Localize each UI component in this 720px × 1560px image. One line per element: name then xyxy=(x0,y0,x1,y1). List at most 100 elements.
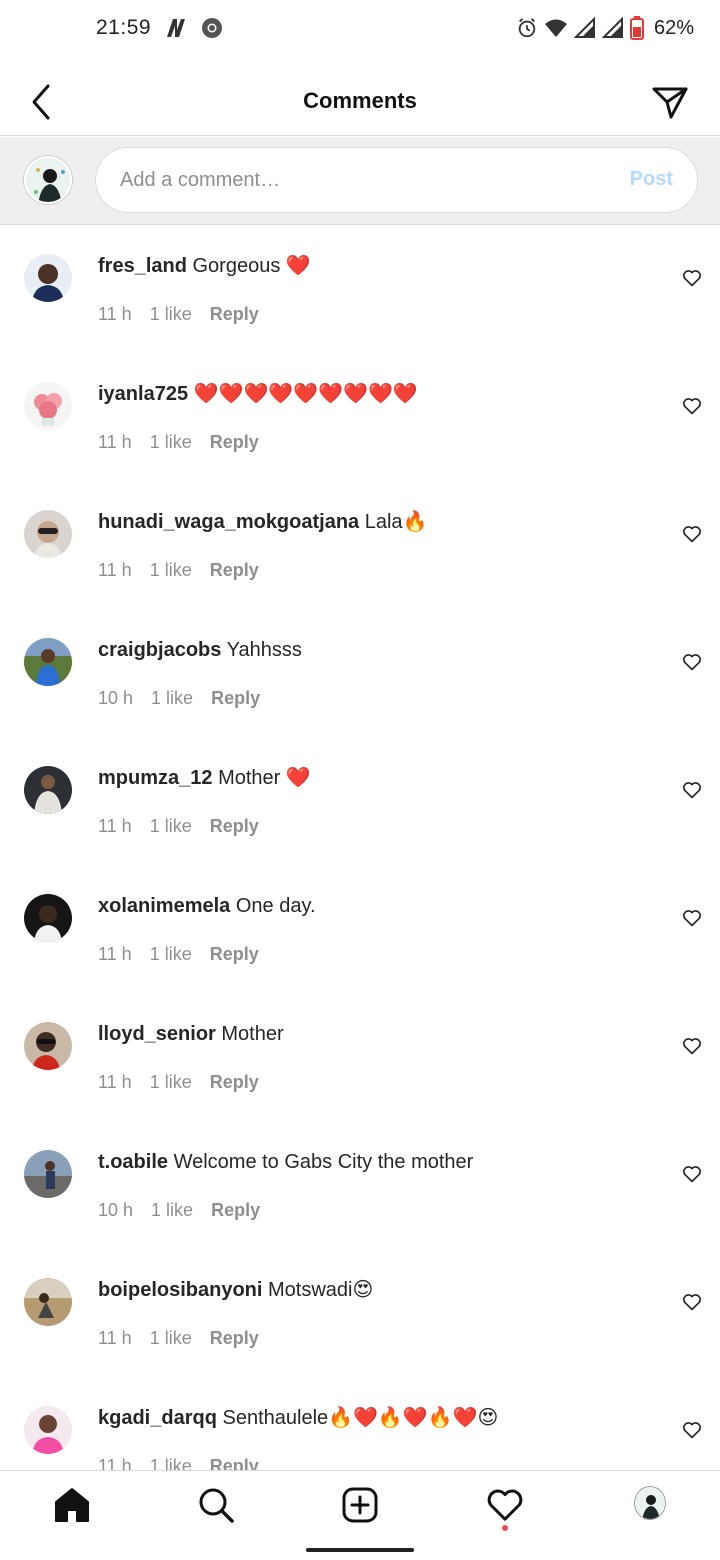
status-right-icons: 62% xyxy=(516,16,694,40)
comment-likes[interactable]: 1 like xyxy=(150,816,192,837)
comment-username[interactable]: xolanimemela xyxy=(98,895,230,917)
comments-header: Comments xyxy=(0,68,720,136)
post-button[interactable]: Post xyxy=(630,168,673,191)
reply-button[interactable]: Reply xyxy=(210,816,259,837)
send-direct-icon xyxy=(652,87,688,119)
reply-button[interactable]: Reply xyxy=(210,560,259,581)
like-heart-icon[interactable] xyxy=(682,1292,702,1312)
comment-meta: 11 h 1 like Reply xyxy=(98,1456,259,1470)
comment-likes[interactable]: 1 like xyxy=(150,432,192,453)
like-heart-icon[interactable] xyxy=(682,908,702,928)
comment-time: 11 h xyxy=(98,816,132,836)
comment-likes[interactable]: 1 like xyxy=(150,1456,192,1470)
comment-likes[interactable]: 1 like xyxy=(150,304,192,325)
reply-button[interactable]: Reply xyxy=(210,944,259,965)
comment-likes[interactable]: 1 like xyxy=(151,1200,193,1221)
like-heart-icon[interactable] xyxy=(682,396,702,416)
comment-item: mpumza_12 Mother ❤️ 11 h 1 like Reply xyxy=(0,738,720,866)
comment-text: Motswadi😍 xyxy=(268,1279,374,1301)
comment-time: 11 h xyxy=(98,560,132,580)
reply-button[interactable]: Reply xyxy=(211,688,260,709)
reply-button[interactable]: Reply xyxy=(210,1456,259,1470)
comment-meta: 11 h 1 like Reply xyxy=(98,816,259,837)
comment-text: Gorgeous ❤️ xyxy=(192,255,311,277)
home-icon xyxy=(55,1488,89,1522)
comment-text: One day. xyxy=(235,895,316,917)
commenter-avatar[interactable] xyxy=(24,510,72,558)
reply-button[interactable]: Reply xyxy=(210,1072,259,1093)
comment-username[interactable]: boipelosibanyoni xyxy=(98,1279,262,1301)
comment-meta: 11 h 1 like Reply xyxy=(98,944,259,965)
commenter-avatar[interactable] xyxy=(24,1150,72,1198)
commenter-avatar[interactable] xyxy=(24,254,72,302)
comment-likes[interactable]: 1 like xyxy=(151,688,193,709)
commenter-avatar[interactable] xyxy=(24,1278,72,1326)
comment-username[interactable]: lloyd_senior xyxy=(98,1023,216,1045)
comment-time: 11 h xyxy=(98,1328,132,1348)
reply-button[interactable]: Reply xyxy=(210,432,259,453)
battery-icon xyxy=(629,16,644,40)
comment-item: fres_land Gorgeous ❤️ 11 h 1 like Reply xyxy=(0,226,720,354)
like-heart-icon[interactable] xyxy=(682,780,702,800)
comment-likes[interactable]: 1 like xyxy=(150,1072,192,1093)
comment-meta: 10 h 1 like Reply xyxy=(98,1200,260,1221)
commenter-avatar[interactable] xyxy=(24,1022,72,1070)
like-heart-icon[interactable] xyxy=(682,1420,702,1440)
status-bar: 21:59 62% xyxy=(0,0,720,60)
reply-button[interactable]: Reply xyxy=(211,1200,260,1221)
comment-text: Yahhsss xyxy=(226,639,302,661)
comment-text: Mother xyxy=(221,1023,284,1045)
commenter-avatar[interactable] xyxy=(24,638,72,686)
nav-search[interactable] xyxy=(196,1485,236,1525)
comment-time: 11 h xyxy=(98,1072,132,1092)
nav-profile-avatar[interactable] xyxy=(634,1486,666,1520)
comment-meta: 11 h 1 like Reply xyxy=(98,560,259,581)
wifi-icon xyxy=(544,19,567,37)
comment-text: Welcome to Gabs City the mother xyxy=(173,1151,474,1173)
comment-line: fres_land Gorgeous ❤️ xyxy=(98,253,658,279)
alarm-icon xyxy=(518,18,536,38)
comment-username[interactable]: hunadi_waga_mokgoatjana xyxy=(98,511,359,533)
comment-time: 10 h xyxy=(98,1200,134,1220)
comment-composer: Post xyxy=(0,137,720,225)
reply-button[interactable]: Reply xyxy=(210,304,259,325)
comment-likes[interactable]: 1 like xyxy=(150,944,192,965)
commenter-avatar[interactable] xyxy=(24,1406,72,1454)
comment-username[interactable]: iyanla725 xyxy=(98,383,188,405)
comment-text: Mother ❤️ xyxy=(218,767,311,789)
like-heart-icon[interactable] xyxy=(682,268,702,288)
send-button[interactable] xyxy=(650,82,690,122)
comment-username[interactable]: mpumza_12 xyxy=(98,767,213,789)
comment-username[interactable]: t.oabile xyxy=(98,1151,168,1173)
netflix-n-icon xyxy=(167,19,185,37)
gesture-bar xyxy=(306,1548,414,1552)
comment-item: kgadi_darqq Senthaulele🔥❤️🔥❤️🔥❤️😍 11 h 1 … xyxy=(0,1378,720,1470)
comment-likes[interactable]: 1 like xyxy=(150,1328,192,1349)
comment-time: 11 h xyxy=(98,432,132,452)
commenter-avatar[interactable] xyxy=(24,766,72,814)
comment-time: 10 h xyxy=(98,688,134,708)
like-heart-icon[interactable] xyxy=(682,1036,702,1056)
reply-button[interactable]: Reply xyxy=(210,1328,259,1349)
commenter-avatar[interactable] xyxy=(24,382,72,430)
comment-input-box: Post xyxy=(95,147,698,213)
comment-input[interactable] xyxy=(120,148,600,212)
nav-new-post[interactable] xyxy=(340,1485,380,1525)
new-post-icon xyxy=(342,1487,378,1523)
comment-username[interactable]: fres_land xyxy=(98,255,187,277)
like-heart-icon[interactable] xyxy=(682,652,702,672)
comment-username[interactable]: craigbjacobs xyxy=(98,639,221,661)
comment-line: boipelosibanyoni Motswadi😍 xyxy=(98,1277,658,1303)
comment-time: 11 h xyxy=(98,1456,132,1470)
like-heart-icon[interactable] xyxy=(682,1164,702,1184)
commenter-avatar[interactable] xyxy=(24,894,72,942)
comment-likes[interactable]: 1 like xyxy=(150,560,192,581)
like-heart-icon[interactable] xyxy=(682,524,702,544)
comment-time: 11 h xyxy=(98,304,132,324)
comment-username[interactable]: kgadi_darqq xyxy=(98,1407,217,1429)
activity-heart-icon xyxy=(487,1489,523,1521)
nav-activity[interactable] xyxy=(485,1485,525,1525)
comment-meta: 10 h 1 like Reply xyxy=(98,688,260,709)
chrome-icon xyxy=(202,18,222,38)
nav-home[interactable] xyxy=(52,1485,92,1525)
